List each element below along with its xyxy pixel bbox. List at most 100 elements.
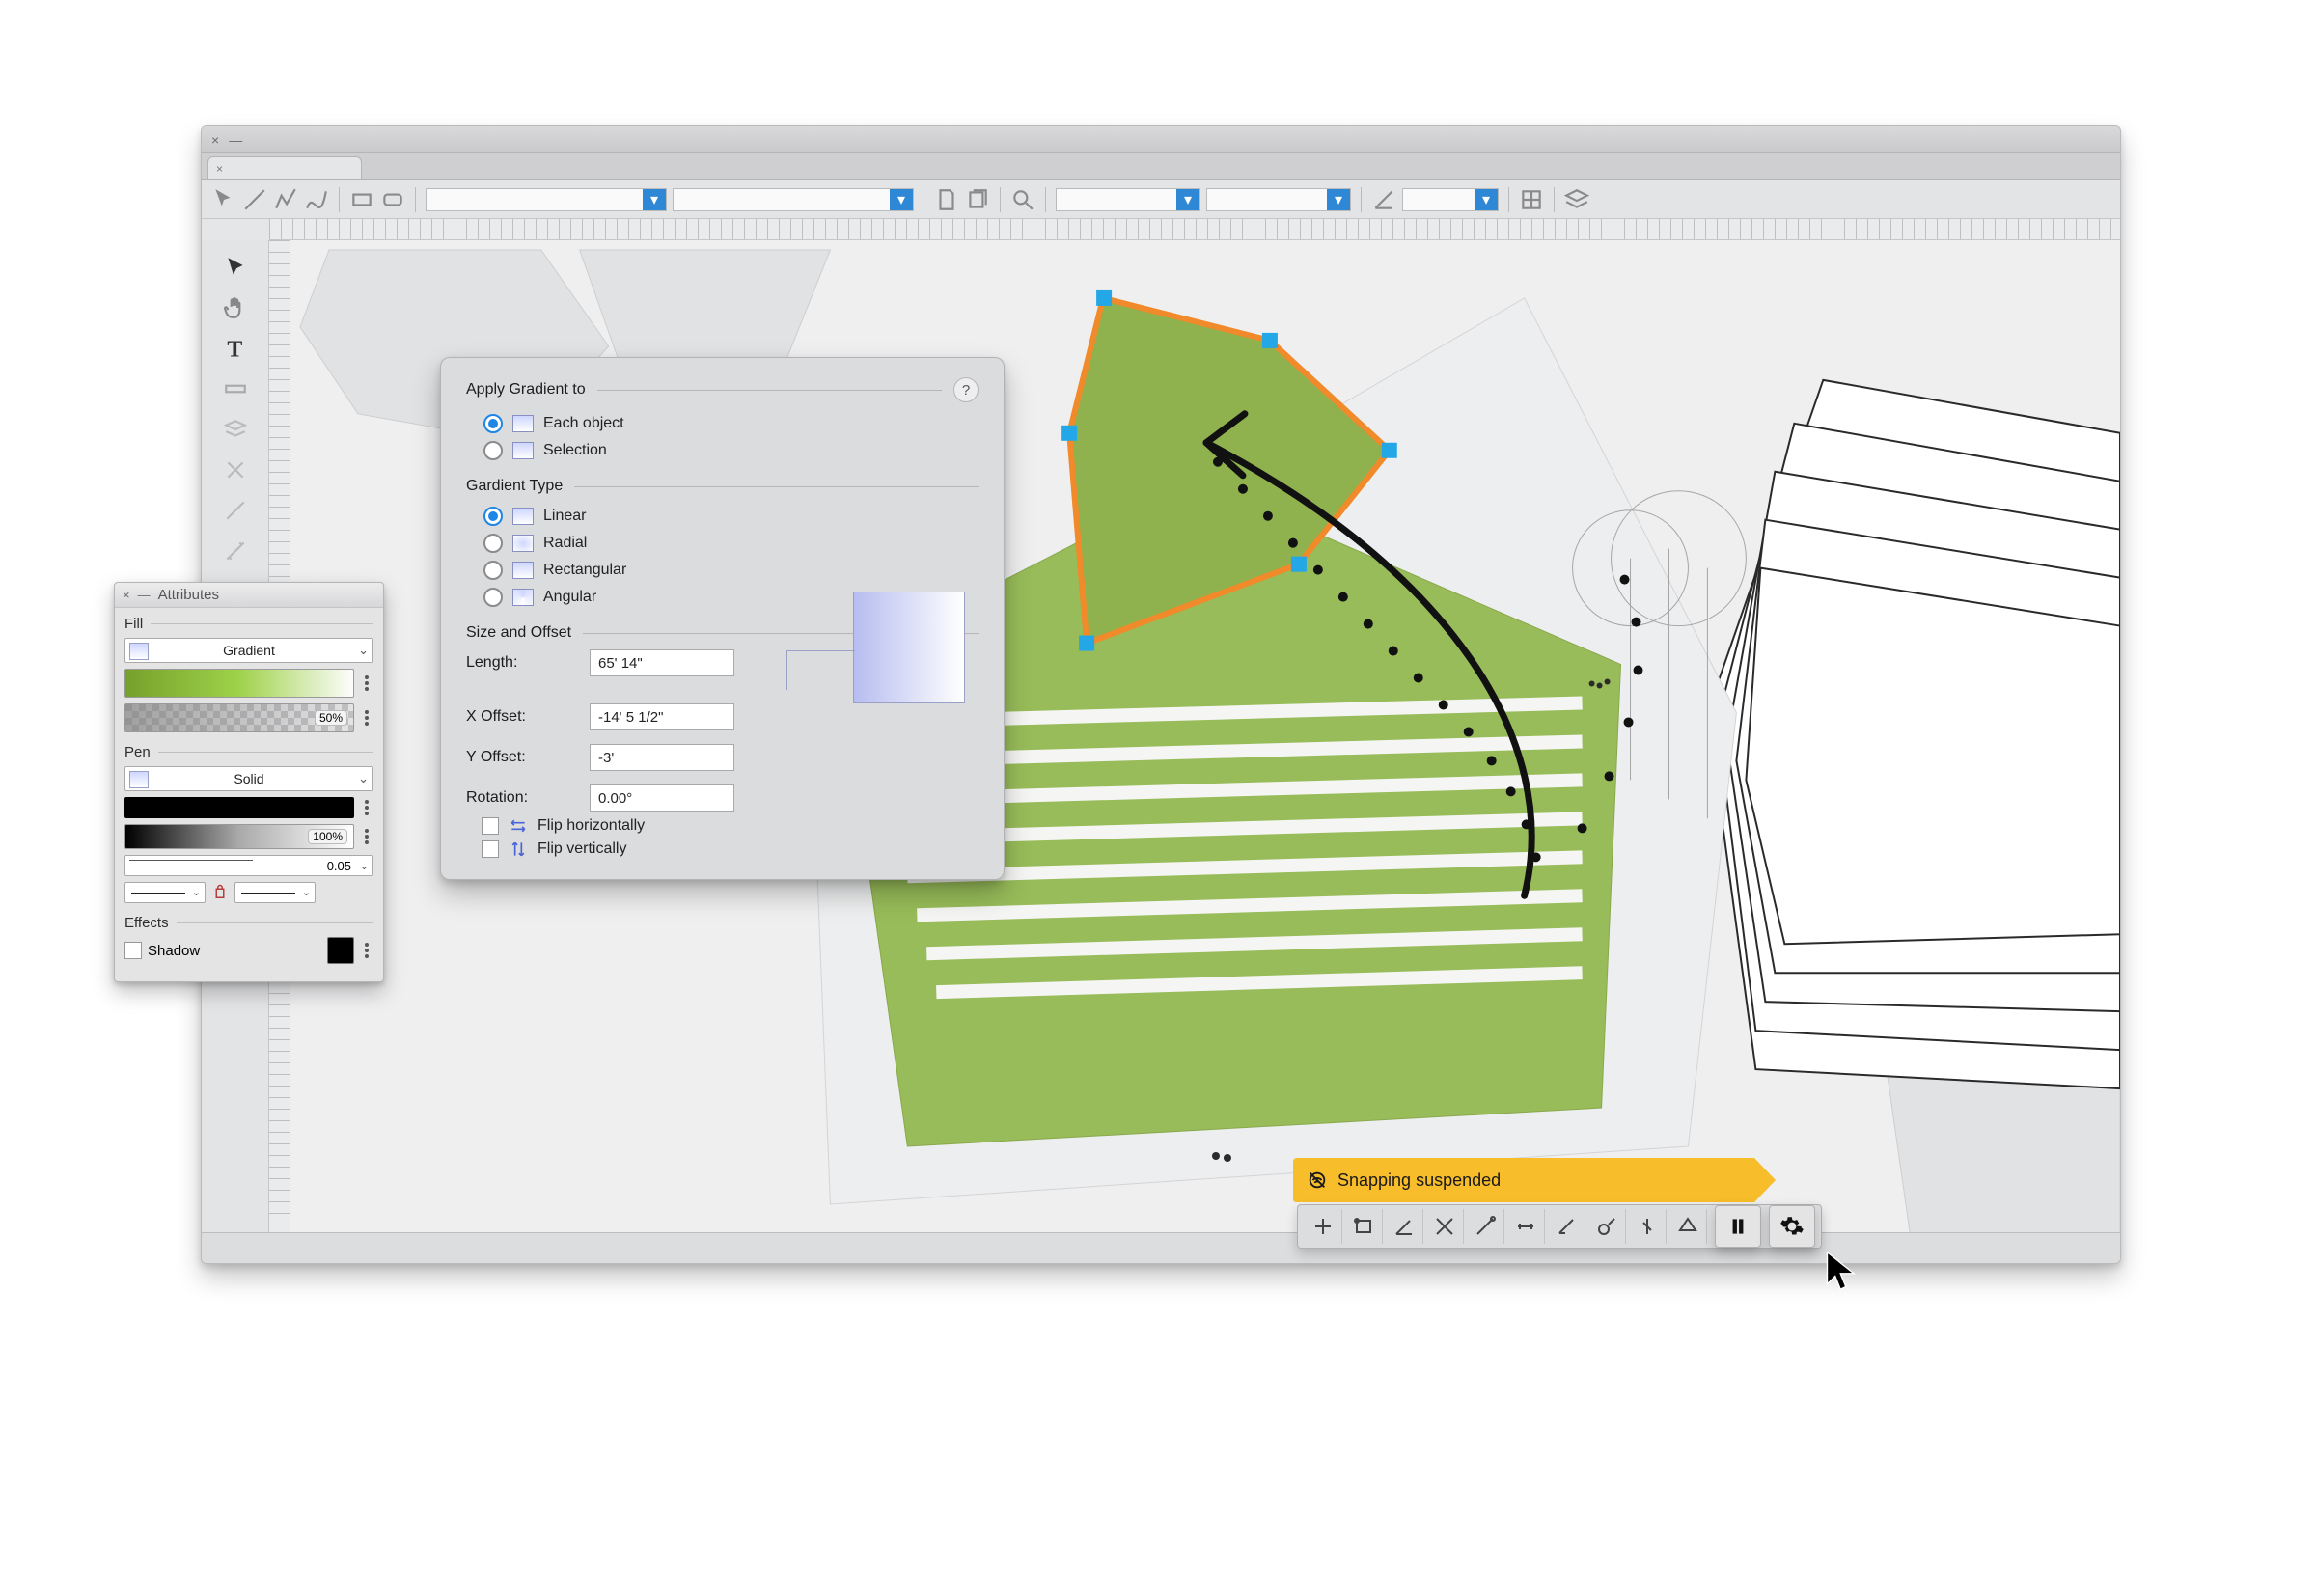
dropdown-cap-icon[interactable]: ▾ [1327, 189, 1350, 210]
page-icon[interactable] [934, 187, 959, 212]
pen-color-menu-icon[interactable] [360, 800, 373, 815]
spline-tool-icon[interactable] [304, 187, 329, 212]
length-label: Length: [466, 654, 572, 672]
pen-width-field[interactable]: 0.05 ⌄ [124, 855, 373, 876]
dropdown-cap-icon[interactable]: ▾ [643, 189, 666, 210]
x-offset-label: X Offset: [466, 708, 572, 726]
y-offset-label: Y Offset: [466, 749, 572, 766]
flip-vertical-icon [509, 840, 528, 858]
apply-selection-radio[interactable] [483, 441, 503, 460]
line-tool-icon[interactable] [242, 187, 267, 212]
snap-object-button[interactable] [1344, 1209, 1383, 1244]
panel-close-button[interactable]: × [123, 588, 130, 602]
rotation-label: Rotation: [466, 789, 572, 807]
flip-horizontal-icon [509, 817, 528, 835]
window-minimize-button[interactable]: — [229, 132, 242, 148]
gradient-settings-popover[interactable]: Apply Gradient to ? Each object Selectio… [440, 357, 1005, 880]
snap-smart-point-button[interactable] [1466, 1209, 1504, 1244]
link-lock-icon[interactable] [211, 884, 229, 901]
line-start-style-dropdown[interactable]: ⌄ [124, 882, 206, 903]
text-tool-icon[interactable]: T [212, 329, 259, 368]
effects-section-label: Effects [124, 915, 169, 931]
option-field-2[interactable]: ▾ [673, 188, 914, 211]
line-end-style-dropdown[interactable]: ⌄ [234, 882, 316, 903]
page-stack-icon[interactable] [965, 187, 990, 212]
snap-constrain-button[interactable] [1628, 1209, 1667, 1244]
suspend-snapping-button[interactable] [1715, 1205, 1761, 1248]
flip-horizontal-checkbox[interactable] [482, 817, 499, 835]
snap-grid-button[interactable] [1304, 1209, 1342, 1244]
stack-tool-icon[interactable] [212, 410, 259, 449]
option-field-3[interactable]: ▾ [1056, 188, 1200, 211]
snap-off-icon [1307, 1169, 1328, 1191]
shadow-menu-icon[interactable] [360, 943, 373, 958]
gradient-type-radial-radio[interactable] [483, 534, 503, 553]
svg-text:T: T [227, 338, 242, 361]
pen-opacity-swatch[interactable]: 100% [124, 824, 354, 849]
fill-mode-dropdown[interactable]: Gradient ⌄ [124, 638, 373, 663]
dimension-tool-icon[interactable] [212, 532, 259, 570]
dropdown-cap-icon[interactable]: ▾ [890, 189, 913, 210]
fill-mode-value: Gradient [223, 643, 275, 658]
gradient-preview-thumbnail[interactable] [853, 592, 965, 703]
wall-tool-icon[interactable] [212, 370, 259, 408]
angle-tool-icon[interactable] [1371, 187, 1396, 212]
fill-opacity-menu-icon[interactable] [360, 710, 373, 726]
document-tab[interactable]: × [207, 156, 362, 179]
snap-intersection-button[interactable] [1425, 1209, 1464, 1244]
y-offset-input[interactable]: -3' [590, 744, 734, 771]
gradient-type-linear-radio[interactable] [483, 507, 503, 526]
separator [415, 187, 416, 212]
snap-angle-button[interactable] [1385, 1209, 1423, 1244]
window-titlebar[interactable]: × — [202, 126, 2120, 153]
attributes-panel-titlebar[interactable]: × — Attributes [115, 583, 383, 608]
gradient-type-linear-label: Linear [543, 508, 586, 525]
fill-opacity-value: 50% [315, 710, 347, 726]
grid-icon[interactable] [1519, 187, 1544, 212]
delete-tool-icon[interactable] [212, 451, 259, 489]
tab-close-icon[interactable]: × [216, 162, 223, 176]
rotation-input[interactable]: 0.00° [590, 784, 734, 812]
x-offset-input[interactable]: -14' 5 1/2" [590, 703, 734, 730]
gradient-type-angular-radio[interactable] [483, 588, 503, 607]
rectangle-tool-icon[interactable] [349, 187, 374, 212]
fill-opacity-swatch[interactable]: 50% [124, 703, 354, 732]
shadow-color-chip[interactable] [327, 937, 354, 964]
edge-tool-icon[interactable] [212, 491, 259, 530]
shadow-checkbox[interactable] [124, 942, 142, 959]
snap-edge-button[interactable] [1547, 1209, 1585, 1244]
dropdown-cap-icon[interactable]: ▾ [1475, 189, 1498, 210]
gradient-swatch-menu-icon[interactable] [360, 675, 373, 691]
flip-vertical-checkbox[interactable] [482, 840, 499, 858]
layers-icon[interactable] [1564, 187, 1589, 212]
window-close-button[interactable]: × [211, 132, 219, 148]
length-input[interactable]: 65' 14" [590, 649, 734, 676]
snap-working-plane-button[interactable] [1668, 1209, 1707, 1244]
rounded-rectangle-tool-icon[interactable] [380, 187, 405, 212]
pen-mode-dropdown[interactable]: Solid ⌄ [124, 766, 373, 791]
apply-each-object-radio[interactable] [483, 414, 503, 433]
selection-tool-icon[interactable] [211, 187, 236, 212]
pen-opacity-menu-icon[interactable] [360, 829, 373, 844]
snapping-settings-button[interactable] [1769, 1205, 1815, 1248]
pan-tool-icon[interactable] [212, 289, 259, 327]
option-field-1[interactable]: ▾ [426, 188, 667, 211]
fill-section-label: Fill [124, 616, 143, 632]
snap-distance-button[interactable] [1506, 1209, 1545, 1244]
pen-opacity-value: 100% [308, 829, 347, 844]
panel-minimize-button[interactable]: — [138, 588, 151, 602]
search-icon[interactable] [1010, 187, 1035, 212]
ruler-horizontal[interactable] [269, 219, 2120, 240]
option-field-4[interactable]: ▾ [1206, 188, 1351, 211]
flip-horizontal-label: Flip horizontally [538, 817, 645, 835]
gradient-type-rectangular-radio[interactable] [483, 561, 503, 580]
pen-color-swatch[interactable] [124, 797, 354, 818]
option-field-5[interactable]: ▾ [1402, 188, 1499, 211]
snap-tangent-button[interactable] [1587, 1209, 1626, 1244]
dropdown-cap-icon[interactable]: ▾ [1176, 189, 1199, 210]
attributes-panel[interactable]: × — Attributes Fill Gradient ⌄ 50% Pen S… [114, 582, 384, 982]
polyline-tool-icon[interactable] [273, 187, 298, 212]
gradient-swatch[interactable] [124, 669, 354, 698]
cursor-tool-icon[interactable] [212, 248, 259, 287]
help-button[interactable]: ? [953, 377, 979, 402]
